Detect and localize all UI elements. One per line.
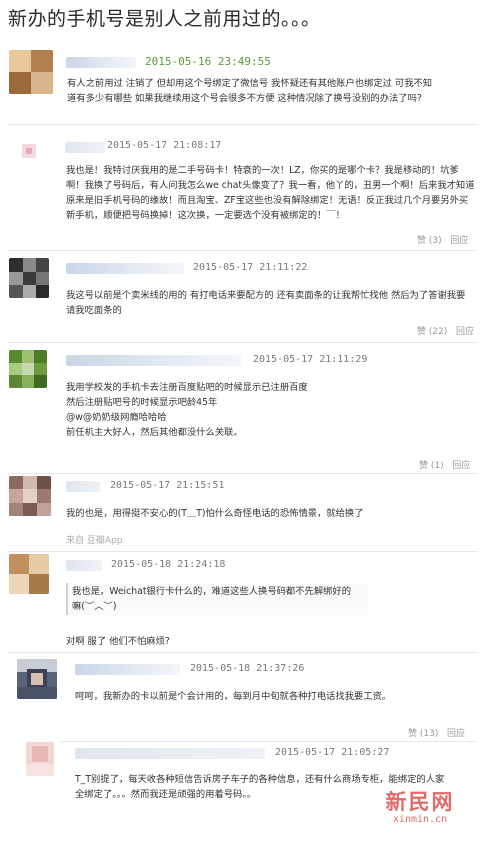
reply-body: 我的也是，用得挺不安心的(T＿T)怕什么奇怪电话的恐怖情景，就给换了 <box>66 506 364 521</box>
reply-line: 请我吃面条的 <box>66 305 122 316</box>
xinmin-watermark: 新民网 xinmin.cn <box>362 790 478 830</box>
reply-line: 原来是旧手机号码的缘故！而且淘宝、ZF宝这些也没有解除绑定！无语！反正我过几个月… <box>66 195 469 206</box>
source-label: 来自 豆瓣App <box>66 536 123 546</box>
reply-username[interactable] <box>66 263 184 274</box>
reply-timestamp: 2015-05-18 21:37:26 <box>190 663 305 674</box>
quoted-reply-body: 我也是，Weichat银行卡什么的，难道这些人换号码都不先解绑好的 嘛(︶︿︶) <box>72 584 351 614</box>
reply-line: T_T别提了，每天收各种短信告诉房子车子的各种信息，还有什么商场专柜，能绑定的人… <box>75 774 445 785</box>
op-username[interactable] <box>66 57 136 68</box>
reply-username[interactable] <box>66 481 100 492</box>
divider <box>8 551 478 552</box>
reply-line: 我的也是，用得挺不安心的(T＿T)怕什么奇怪电话的恐怖情景，就给换了 <box>66 508 364 519</box>
reply-body: 我也是！我特讨厌我用的是二手号码卡！特衰的一次！LZ，你买的是哪个卡？我是移动的… <box>66 163 475 223</box>
reply-timestamp: 2015-05-17 21:11:22 <box>193 262 308 273</box>
reply-body: 我这号以前是个卖米线的用的 有打电话来要配方的 还有卖面条的让我帮忙找他 然后为… <box>66 288 465 318</box>
reply-timestamp: 2015-05-18 21:24:18 <box>111 559 226 570</box>
divider <box>8 124 478 125</box>
reply-body: 我用学校发的手机卡去注册百度贴吧的时候显示已注册百度 然后注册贴吧号的时候显示吧… <box>66 380 308 440</box>
quoted-line: 嘛(︶︿︶) <box>72 601 117 612</box>
reply-timestamp: 2015-05-17 21:15:51 <box>110 480 225 491</box>
op-line: 道有多少有哪些 如果我继续用这个号会很多不方便 这种情况除了换号没别的办法了吗? <box>67 93 422 104</box>
divider <box>8 473 478 474</box>
reply-button[interactable]: 回应 <box>450 236 468 246</box>
reply-timestamp: 2015-05-17 21:08:17 <box>107 140 222 151</box>
reply-line: 我这号以前是个卖米线的用的 有打电话来要配方的 还有卖面条的让我帮忙找他 然后为… <box>66 290 466 301</box>
divider <box>8 342 478 343</box>
reply-username[interactable] <box>65 142 105 153</box>
reply-avatar[interactable] <box>9 350 47 388</box>
like-button[interactable]: 赞 (13) <box>408 729 438 739</box>
op-body: 有人之前用过 注销了 但却用这个号绑定了微信号 我怀疑还有其他账户也绑定过 可我… <box>67 76 432 106</box>
watermark-url: xinmin.cn <box>392 814 448 825</box>
like-button[interactable]: 赞 (1) <box>419 461 444 471</box>
reply-username[interactable] <box>66 355 241 366</box>
divider <box>8 652 478 653</box>
reply-actions: 赞 (1) 回应 <box>419 458 470 471</box>
reply-line: 前任机主大好人，然后其他都没什么关联。 <box>66 427 243 438</box>
reply-actions: 赞 (13) 回应 <box>408 726 465 739</box>
reply-line: 呵呵，我新办的卡以前是个会计用的，每到月中旬就各种打电话找我要工资。 <box>75 691 392 702</box>
reply-line: 然后注册贴吧号的时候显示吧龄45年 <box>66 397 218 408</box>
reply-line: 我也是！我特讨厌我用的是二手号码卡！特衰的一次！LZ，你买的是哪个卡？我是移动的… <box>66 165 459 176</box>
like-button[interactable]: 赞 (3) <box>417 236 442 246</box>
reply-line: 我用学校发的手机卡去注册百度贴吧的时候显示已注册百度 <box>66 382 308 393</box>
reply-line: 对啊 服了 他们不怕麻烦? <box>66 636 170 647</box>
reply-avatar[interactable] <box>9 554 49 594</box>
reply-line: @w@奶奶级网瘾哈哈哈 <box>66 412 167 423</box>
reply-actions: 赞 (3) 回应 <box>417 233 468 246</box>
reply-username[interactable] <box>75 664 180 675</box>
op-line: 有人之前用过 注销了 但却用这个号绑定了微信号 我怀疑还有其他账户也绑定过 可我… <box>67 78 433 89</box>
op-timestamp: 2015-05-16 23:49:55 <box>145 55 271 68</box>
reply-line: 新手机，顺便把号码换掉！这次换，一定要选个没有被绑定的！￣！ <box>66 210 345 221</box>
reply-button[interactable]: 回应 <box>452 461 470 471</box>
reply-avatar[interactable] <box>26 742 54 776</box>
reply-line: 啊！我换了号码后，有人问我怎么we chat头像变了？我一看，他丫的，丑男一个啊… <box>66 180 475 191</box>
post-title: 新办的手机号是别人之前用过的。。。 <box>8 8 321 30</box>
reply-timestamp: 2015-05-17 21:05:27 <box>275 747 390 758</box>
reply-button[interactable]: 回应 <box>456 327 474 337</box>
like-button[interactable]: 赞 (22) <box>417 327 447 337</box>
reply-avatar[interactable] <box>9 258 49 298</box>
quoted-line: 我也是，Weichat银行卡什么的，难道这些人换号码都不先解绑好的 <box>72 586 352 597</box>
reply-username[interactable] <box>75 748 265 759</box>
divider <box>60 741 478 742</box>
reply-timestamp: 2015-05-17 21:11:29 <box>253 354 368 365</box>
reply-actions: 赞 (22) 回应 <box>417 324 474 337</box>
reply-avatar[interactable] <box>22 144 36 158</box>
reply-button[interactable]: 回应 <box>447 729 465 739</box>
op-avatar[interactable] <box>9 50 53 94</box>
reply-avatar[interactable] <box>17 659 57 699</box>
reply-body: 对啊 服了 他们不怕麻烦? <box>66 634 170 649</box>
divider <box>8 250 478 251</box>
reply-body: 呵呵，我新办的卡以前是个会计用的，每到月中旬就各种打电话找我要工资。 <box>75 689 391 704</box>
reply-username[interactable] <box>66 560 102 571</box>
reply-avatar[interactable] <box>9 476 51 516</box>
watermark-logo: 新民网 <box>385 789 455 814</box>
